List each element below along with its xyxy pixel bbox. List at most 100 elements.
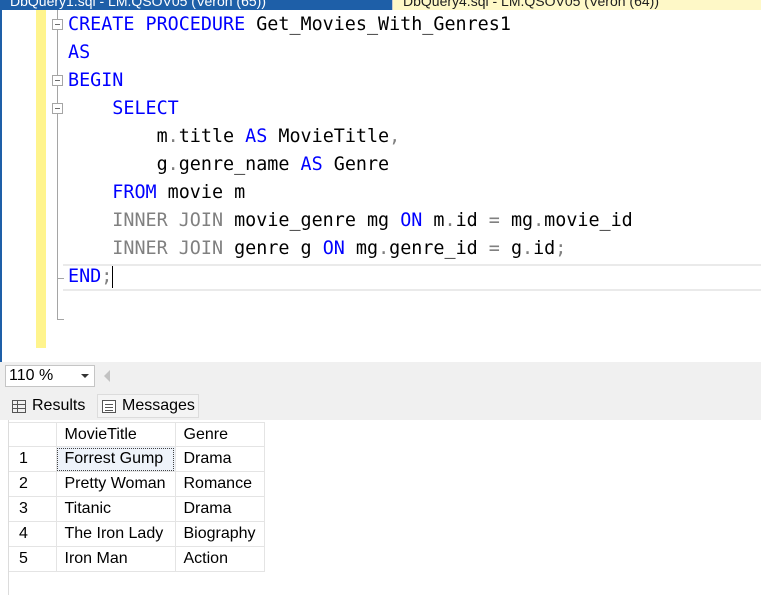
tab-results-label: Results xyxy=(32,397,86,414)
code-line[interactable]: AS xyxy=(68,39,90,67)
tab-results[interactable]: Results xyxy=(8,394,96,418)
column-header-movietitle[interactable]: MovieTitle xyxy=(56,422,176,447)
cell-genre[interactable]: Drama xyxy=(175,496,265,522)
grid-icon xyxy=(12,399,26,413)
table-row: 5 Iron Man Action xyxy=(9,546,265,572)
cell-movietitle[interactable]: Titanic xyxy=(56,496,176,522)
collapse-toggle-icon[interactable] xyxy=(52,103,63,114)
code-keyword: ON xyxy=(400,210,423,231)
row-number[interactable]: 5 xyxy=(9,546,57,572)
row-number[interactable]: 1 xyxy=(9,446,57,472)
column-header-genre[interactable]: Genre xyxy=(175,422,265,447)
code-keyword: AS xyxy=(68,42,91,63)
table-row: 3 Titanic Drama xyxy=(9,496,265,522)
code-text: Genre xyxy=(322,154,390,175)
code-line[interactable]: FROM movie m xyxy=(68,179,245,207)
code-text: id xyxy=(455,210,489,231)
zoom-value: 110 % xyxy=(9,367,54,384)
collapse-toggle-icon[interactable] xyxy=(52,75,63,86)
code-text: m xyxy=(68,126,168,147)
cell-genre[interactable]: Action xyxy=(175,546,265,572)
results-pane: Results Messages MovieTitle Genre 1 Forr… xyxy=(0,390,761,595)
code-operator: . xyxy=(378,238,390,259)
code-line[interactable]: SELECT xyxy=(68,95,179,123)
table-row: 2 Pretty Woman Romance xyxy=(9,471,265,497)
row-number[interactable]: 4 xyxy=(9,521,57,547)
outline-end-marker xyxy=(57,319,64,320)
code-text: genre g xyxy=(223,238,323,259)
code-operator: INNER JOIN xyxy=(112,210,224,231)
results-table: MovieTitle Genre 1 Forrest Gump Drama 2 … xyxy=(9,422,265,572)
zoom-dropdown[interactable]: 110 % xyxy=(5,365,95,387)
code-keyword: SELECT xyxy=(112,98,179,119)
code-line[interactable]: INNER JOIN movie_genre mg ON m.id = mg.m… xyxy=(68,207,633,235)
code-operator: ; xyxy=(555,238,567,259)
cell-genre[interactable]: Drama xyxy=(175,446,265,472)
code-operator: . xyxy=(522,238,534,259)
code-text: g xyxy=(499,238,523,259)
current-line-highlight xyxy=(63,264,761,291)
code-line[interactable]: BEGIN xyxy=(68,67,123,95)
code-line[interactable]: CREATE PROCEDURE Get_Movies_With_Genres1 xyxy=(68,11,511,39)
cell-movietitle[interactable]: The Iron Lady xyxy=(56,521,176,547)
text-caret xyxy=(112,266,114,288)
change-tracking-bar xyxy=(36,10,46,348)
code-keyword: FROM xyxy=(112,182,157,203)
messages-icon xyxy=(102,399,116,413)
code-operator: . xyxy=(444,210,456,231)
tab-query4[interactable]: DbQuery4.sql - LM.QSOV05 (Veron (64)) xyxy=(392,0,761,10)
chevron-down-icon[interactable] xyxy=(81,374,89,378)
code-text: movie_id xyxy=(544,210,633,231)
tab-messages-label: Messages xyxy=(122,397,195,414)
row-number-header[interactable] xyxy=(9,422,57,447)
code-text: title xyxy=(178,126,246,147)
table-row: 4 The Iron Lady Biography xyxy=(9,521,265,547)
code-text: g xyxy=(68,154,168,175)
code-text: mg xyxy=(344,238,379,259)
table-row: 1 Forrest Gump Drama xyxy=(9,446,265,472)
code-operator: = xyxy=(488,238,500,259)
cell-genre[interactable]: Biography xyxy=(175,521,265,547)
code-text: genre_name xyxy=(178,154,301,175)
outline-gutter xyxy=(57,10,58,320)
results-grid[interactable]: MovieTitle Genre 1 Forrest Gump Drama 2 … xyxy=(8,420,761,595)
code-operator: . xyxy=(167,126,179,147)
table-header-row: MovieTitle Genre xyxy=(9,422,265,447)
code-text: id xyxy=(533,238,556,259)
cell-movietitle[interactable]: Iron Man xyxy=(56,546,176,572)
arrow-left-icon[interactable] xyxy=(104,370,110,382)
code-operator: = xyxy=(488,210,500,231)
code-line[interactable]: m.title AS MovieTitle, xyxy=(68,123,401,151)
code-keyword: ON xyxy=(322,238,345,259)
code-text: MovieTitle xyxy=(267,126,390,147)
cell-movietitle[interactable]: Pretty Woman xyxy=(56,471,176,497)
code-keyword: AS xyxy=(245,126,268,147)
code-text: Get_Movies_With_Genres1 xyxy=(245,14,511,35)
code-text: movie_genre mg xyxy=(223,210,401,231)
tab-messages[interactable]: Messages xyxy=(97,394,199,418)
code-line[interactable]: INNER JOIN genre g ON mg.genre_id = g.id… xyxy=(68,235,566,263)
zoom-bar: 110 % xyxy=(0,362,761,390)
code-operator: . xyxy=(167,154,179,175)
code-line[interactable]: g.genre_name AS Genre xyxy=(68,151,390,179)
code-line[interactable]: END; xyxy=(68,263,114,291)
query-editor[interactable]: CREATE PROCEDURE Get_Movies_With_Genres1… xyxy=(0,10,761,362)
tab-query1[interactable]: DbQuery1.sql - LM.QSOV05 (Veron (65)) xyxy=(0,0,392,10)
code-operator: ; xyxy=(101,266,113,287)
collapse-toggle-icon[interactable] xyxy=(52,19,63,30)
document-tab-strip: DbQuery1.sql - LM.QSOV05 (Veron (65)) Db… xyxy=(0,0,761,10)
code-text: movie m xyxy=(156,182,246,203)
code-text: m xyxy=(422,210,445,231)
code-operator: . xyxy=(533,210,545,231)
code-keyword: AS xyxy=(300,154,323,175)
cell-genre[interactable]: Romance xyxy=(175,471,265,497)
row-number[interactable]: 2 xyxy=(9,471,57,497)
editor-border xyxy=(0,10,2,362)
row-number[interactable]: 3 xyxy=(9,496,57,522)
code-keyword: CREATE PROCEDURE xyxy=(68,14,246,35)
cell-movietitle[interactable]: Forrest Gump xyxy=(56,446,176,472)
